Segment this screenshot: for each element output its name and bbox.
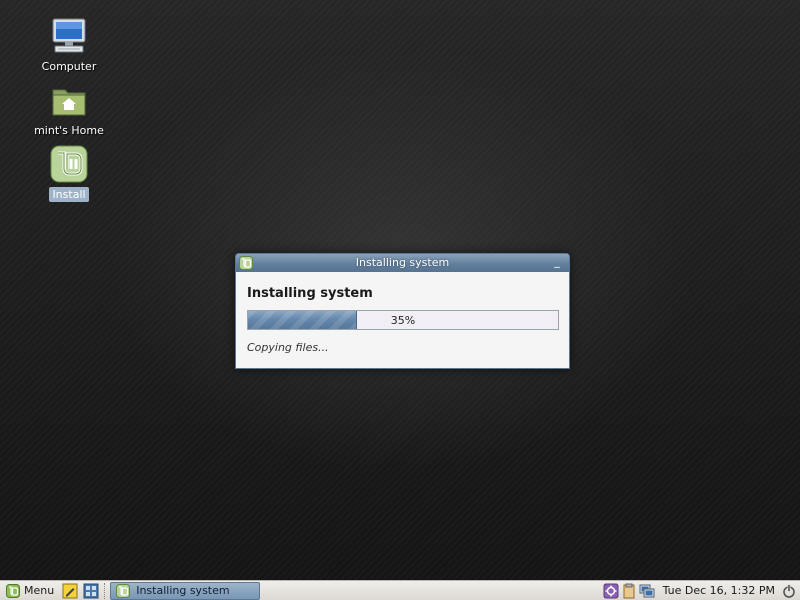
mint-logo-icon: [116, 583, 131, 598]
network-icon[interactable]: [639, 583, 655, 599]
power-icon[interactable]: [781, 583, 797, 599]
taskbar-item-label: Installing system: [136, 584, 230, 597]
home-folder-icon: [52, 89, 86, 116]
install-status-text: Copying files...: [247, 341, 329, 354]
system-tray: Tue Dec 16, 1:32 PM: [603, 582, 800, 600]
mint-install-icon: [50, 145, 88, 183]
desktop: Computer mint's Home Install Installing …: [0, 0, 800, 580]
show-desktop-icon: [83, 583, 99, 598]
taskbar-item-installer[interactable]: Installing system: [110, 581, 261, 600]
window-body: Installing system 35% Copying files...: [236, 286, 569, 354]
computer-icon: [52, 18, 86, 53]
mint-logo-icon: [6, 583, 20, 598]
install-heading: Installing system: [247, 286, 373, 301]
text-editor-icon: [62, 583, 78, 598]
desktop-icon-label: mint's Home: [34, 124, 104, 137]
desktop-icon-label: Computer: [41, 60, 97, 73]
clipboard-icon[interactable]: [621, 583, 637, 599]
installer-window: Installing system _ Installing system 35…: [235, 253, 570, 369]
menu-label: Menu: [24, 584, 55, 597]
menu-button[interactable]: Menu: [2, 582, 58, 600]
install-progress-bar: 35%: [247, 310, 559, 330]
desktop-icon-install[interactable]: Install: [24, 144, 114, 202]
bottom-panel: Menu Installing system Tue Dec 16, 1:32 …: [0, 580, 800, 600]
window-title: Installing system: [355, 256, 450, 269]
launcher-show-desktop[interactable]: [82, 582, 100, 600]
progress-percent-label: 35%: [390, 314, 416, 327]
launcher-text-editor[interactable]: [61, 582, 79, 600]
window-titlebar[interactable]: Installing system _: [236, 254, 569, 272]
panel-clock[interactable]: Tue Dec 16, 1:32 PM: [663, 584, 775, 597]
panel-separator: [104, 582, 106, 599]
desktop-icon-label: Install: [49, 187, 89, 202]
desktop-icon-home[interactable]: mint's Home: [24, 80, 114, 138]
minimize-button[interactable]: _: [551, 255, 563, 269]
update-manager-icon[interactable]: [603, 583, 619, 599]
desktop-icon-computer[interactable]: Computer: [24, 16, 114, 74]
